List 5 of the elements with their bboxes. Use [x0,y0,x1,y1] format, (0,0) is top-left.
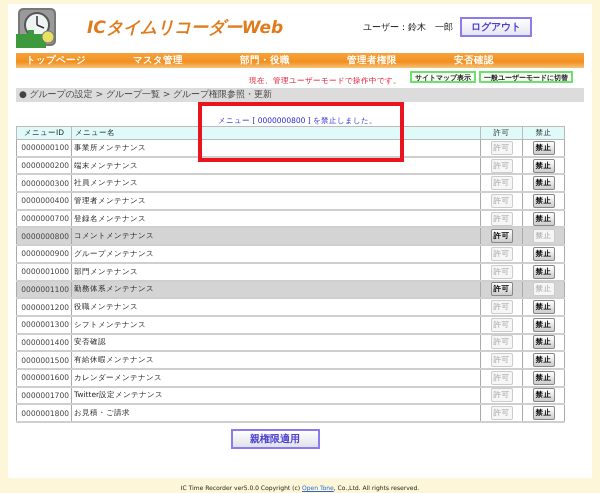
apply-button[interactable]: 親権限適用 [230,429,320,449]
app-title: ICタイムリコーダーWeb [87,16,284,38]
logout-button[interactable]: ログアウト [460,17,532,37]
user-name: ユーザー：鈴木 一郎 [363,22,454,34]
breadcrumb: ● グループの設定 > グループ一覧 > グループ権限参照・更新 [19,90,272,100]
